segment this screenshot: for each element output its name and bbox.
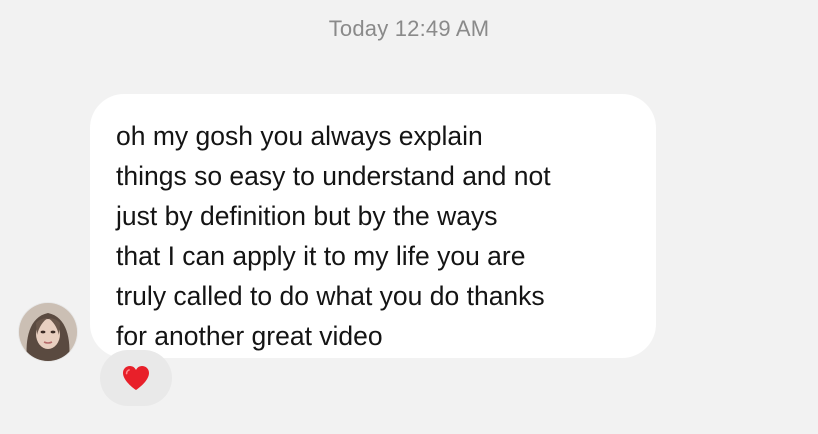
message-text: oh my gosh you always explain things so …	[116, 121, 551, 351]
red-heart-icon	[123, 366, 149, 390]
message-row: oh my gosh you always explain things so …	[0, 0, 818, 434]
reaction-badge[interactable]	[100, 350, 172, 406]
message-bubble[interactable]: oh my gosh you always explain things so …	[90, 94, 656, 358]
sender-avatar[interactable]	[19, 303, 77, 361]
user-avatar-photo	[19, 303, 77, 361]
